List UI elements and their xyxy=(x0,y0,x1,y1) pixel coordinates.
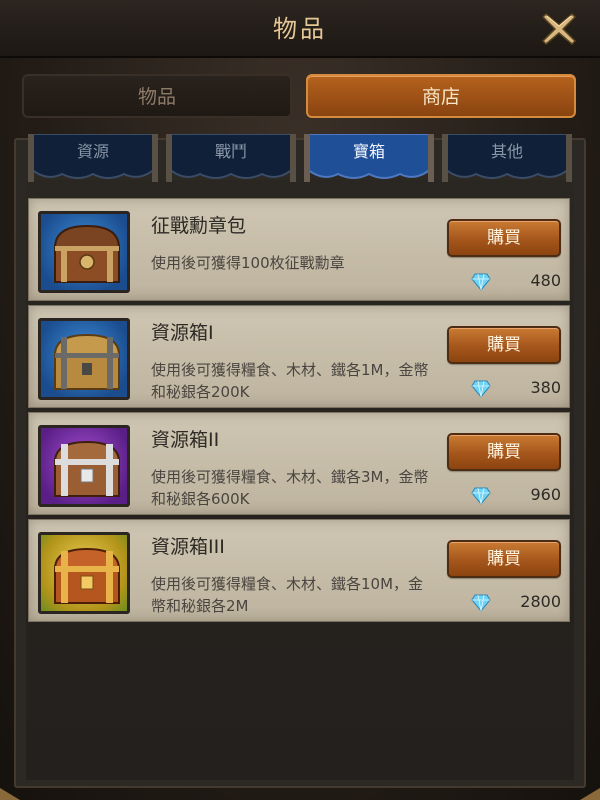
gold-chest-icon xyxy=(38,532,130,614)
tab-resources[interactable]: 資源 xyxy=(28,134,158,184)
item-name: 資源箱III xyxy=(151,536,225,558)
page-title: 物品 xyxy=(273,15,327,43)
diamond-icon xyxy=(471,487,491,505)
main-tabs: 物品 商店 xyxy=(22,74,578,120)
buy-button[interactable]: 購買 xyxy=(447,219,561,257)
tab-resources-label: 資源 xyxy=(76,142,109,161)
price: 380 xyxy=(530,378,561,397)
category-tabs: 資源 戰鬥 寶箱 其他 xyxy=(14,134,586,184)
price: 480 xyxy=(530,271,561,290)
wooden-chest-icon xyxy=(38,318,130,400)
tab-items[interactable]: 物品 xyxy=(22,74,292,118)
tab-battle-label: 戰鬥 xyxy=(214,142,247,161)
tab-battle[interactable]: 戰鬥 xyxy=(166,134,296,184)
silver-chest-icon xyxy=(38,425,130,507)
price: 2800 xyxy=(520,592,561,611)
item-description: 使用後可獲得糧食、木材、鐵各10M，金幣和秘銀各2M xyxy=(151,575,424,615)
tab-other[interactable]: 其他 xyxy=(442,134,572,184)
diamond-icon xyxy=(471,273,491,291)
buy-button[interactable]: 購買 xyxy=(447,326,561,364)
diamond-icon xyxy=(471,594,491,612)
title-bar: 物品 xyxy=(0,0,600,58)
close-icon xyxy=(541,12,577,46)
buy-button[interactable]: 購買 xyxy=(447,540,561,578)
tab-shop[interactable]: 商店 xyxy=(306,74,576,118)
tab-other-label: 其他 xyxy=(490,142,523,161)
corner-ornament xyxy=(580,788,600,800)
chest-graphic xyxy=(53,547,121,604)
item-description: 使用後可獲得糧食、木材、鐵各3M，金幣和秘銀各600K xyxy=(151,468,429,508)
price: 960 xyxy=(530,485,561,504)
diamond-icon xyxy=(471,380,491,398)
list-item: 資源箱I 使用後可獲得糧食、木材、鐵各1M，金幣和秘銀各200K 購買 380 xyxy=(28,305,570,408)
tab-chests-label: 寶箱 xyxy=(352,142,385,161)
list-item: 資源箱II 使用後可獲得糧食、木材、鐵各3M，金幣和秘銀各600K 購買 960 xyxy=(28,412,570,515)
list-item: 資源箱III 使用後可獲得糧食、木材、鐵各10M，金幣和秘銀各2M 購買 280… xyxy=(28,519,570,622)
chest-graphic xyxy=(53,224,121,283)
item-name: 資源箱II xyxy=(151,429,220,451)
item-name: 資源箱I xyxy=(151,322,214,344)
chest-graphic xyxy=(53,333,121,390)
tab-chests[interactable]: 寶箱 xyxy=(304,134,434,184)
item-name: 征戰勳章包 xyxy=(151,215,247,237)
buy-button[interactable]: 購買 xyxy=(447,433,561,471)
medal-chest-icon xyxy=(38,211,130,293)
chest-graphic xyxy=(53,440,121,497)
item-description: 使用後可獲得100枚征戰勳章 xyxy=(151,254,345,272)
list-item: 征戰勳章包 使用後可獲得100枚征戰勳章 購買 480 xyxy=(28,198,570,301)
corner-ornament xyxy=(0,788,20,800)
close-button[interactable] xyxy=(540,10,578,48)
game-window: 物品 物品 商店 資源 戰鬥 寶箱 其他 征戰勳章包 使用後可獲得100枚征戰勳… xyxy=(0,0,600,800)
item-description: 使用後可獲得糧食、木材、鐵各1M，金幣和秘銀各200K xyxy=(151,361,429,401)
